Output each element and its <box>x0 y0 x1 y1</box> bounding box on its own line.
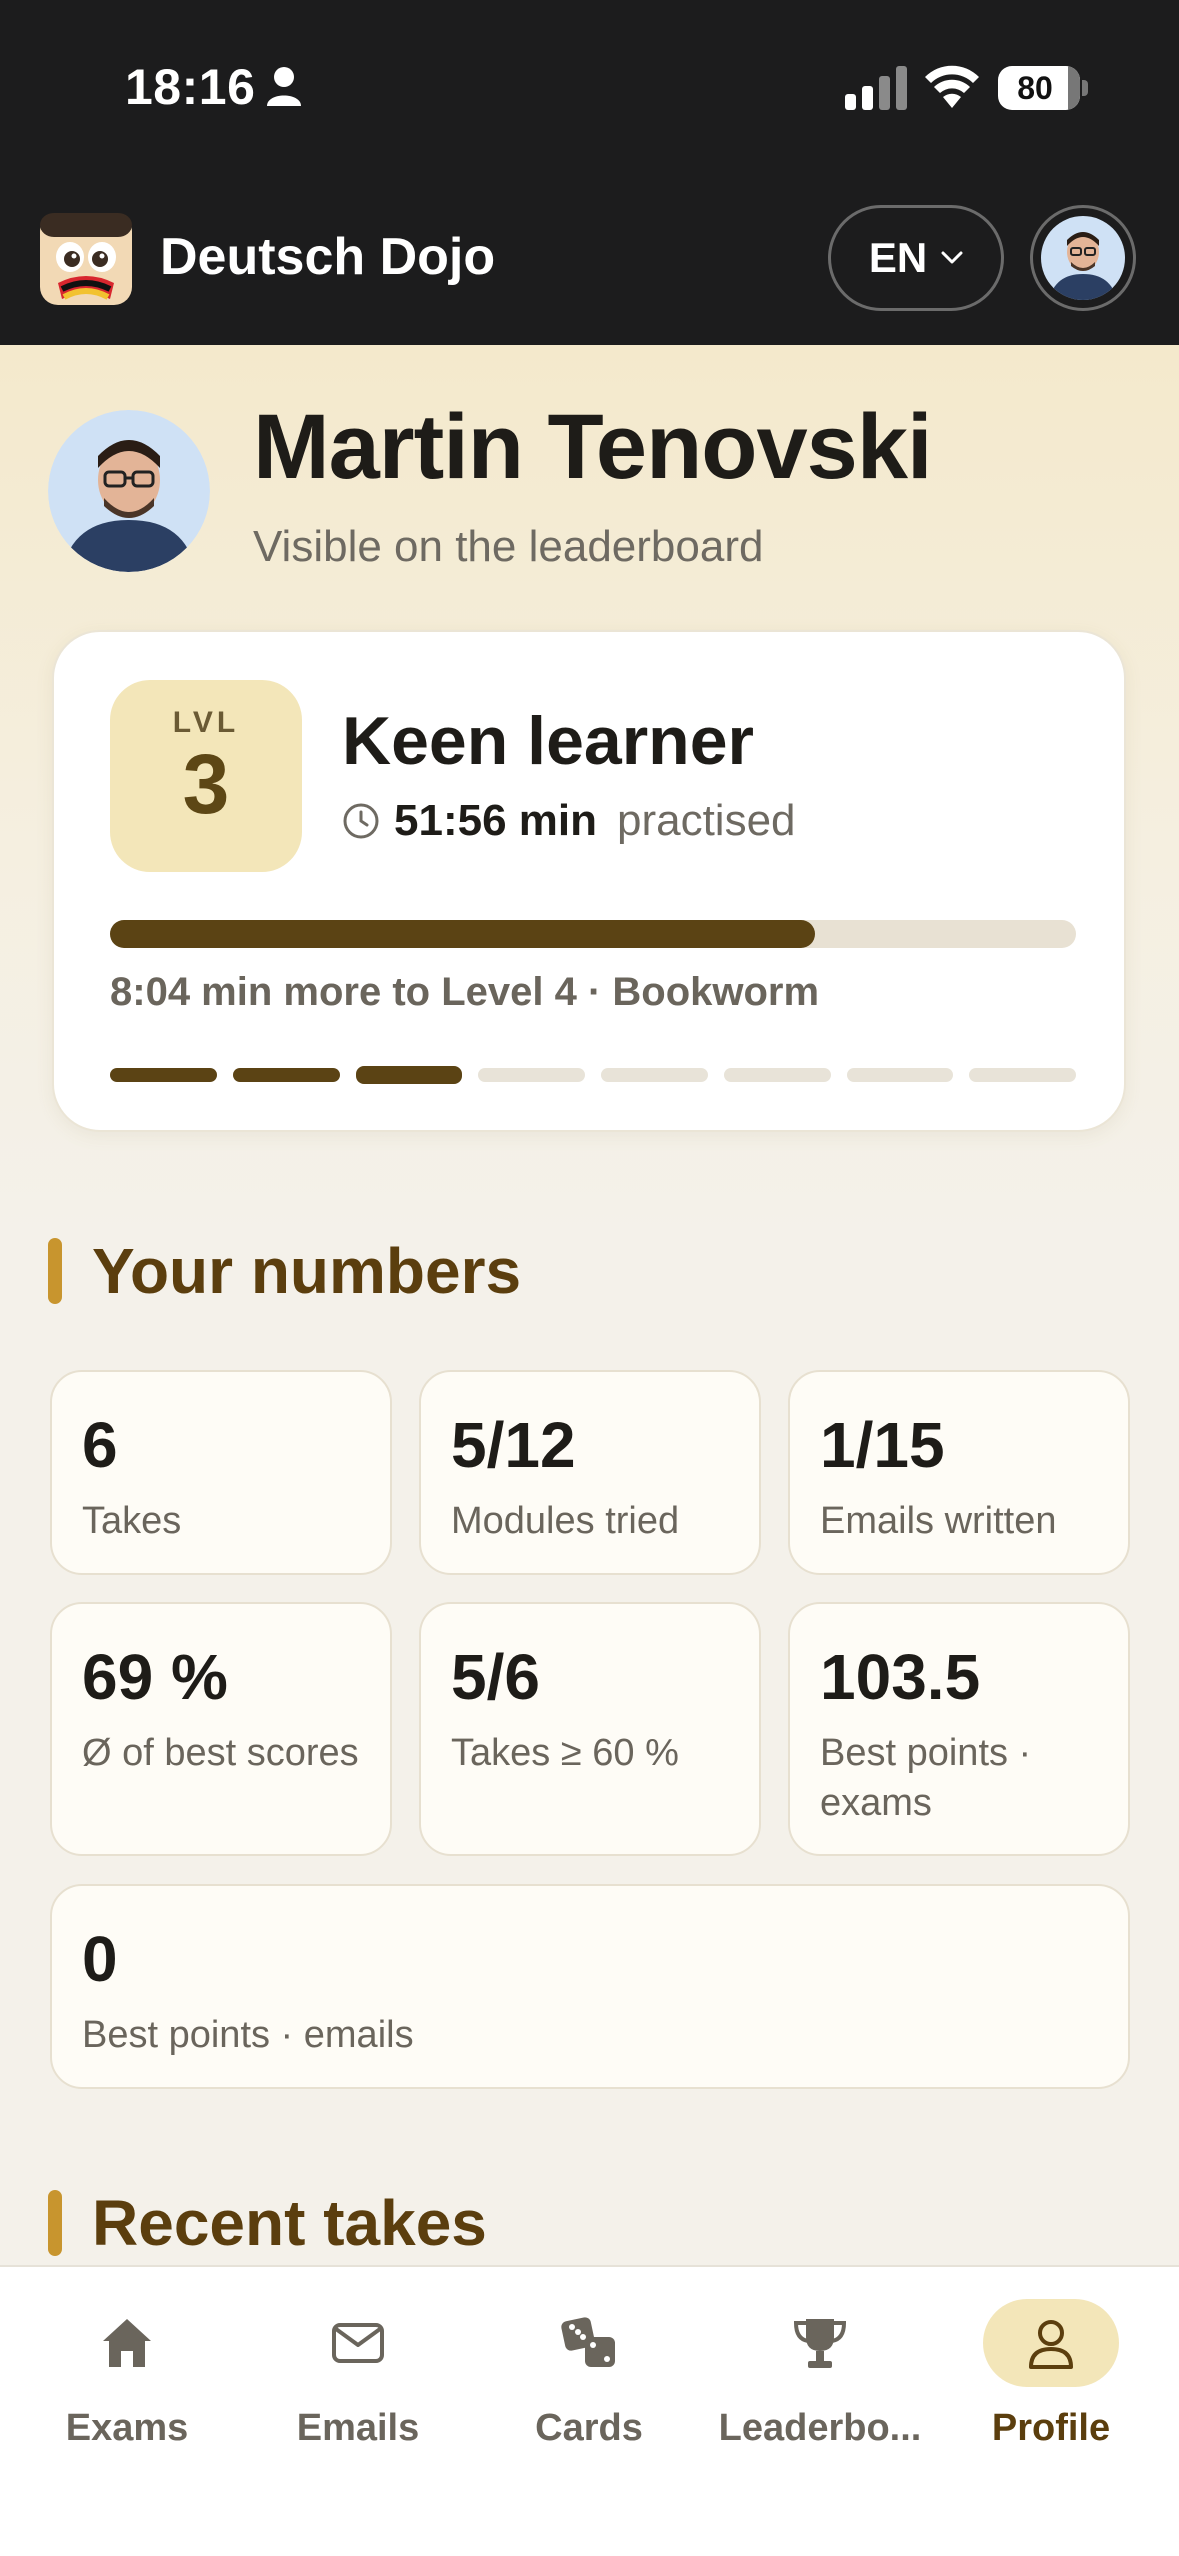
section-accent-bar <box>48 2190 62 2256</box>
stat-label: Best points · emails <box>82 2014 414 2056</box>
trophy-icon <box>793 2319 847 2368</box>
nav-item-cards[interactable]: Cards <box>474 2299 704 2489</box>
stat-card-emails: 1/15 Emails written <box>788 1370 1130 1575</box>
leaderboard-visibility: Visible on the leaderboard <box>253 522 764 571</box>
avatar <box>1041 216 1125 300</box>
level-step <box>969 1068 1076 1082</box>
stat-value: 5/6 <box>451 1641 540 1713</box>
practice-time-row: 51:56 min practised <box>342 796 796 846</box>
recent-takes-header: Recent takes <box>48 2186 487 2260</box>
your-numbers-header: Your numbers <box>48 1234 521 1308</box>
next-level-text: 8:04 min more to Level 4 · Bookworm <box>110 970 820 1014</box>
level-label: LVL <box>172 706 240 739</box>
battery-tip <box>1082 80 1088 96</box>
stat-value: 5/12 <box>451 1409 576 1481</box>
battery-icon: 80 <box>998 66 1080 110</box>
mail-icon <box>332 2323 384 2363</box>
app-header: Deutsch Dojo EN <box>0 175 1179 345</box>
level-step <box>601 1068 708 1082</box>
stat-card-modules: 5/12 Modules tried <box>419 1370 761 1575</box>
cellular-signal-icon <box>845 66 907 110</box>
battery-level: 80 <box>1017 69 1053 106</box>
nav-label: Profile <box>991 2407 1111 2449</box>
stat-value: 6 <box>82 1409 118 1481</box>
level-step <box>478 1068 585 1082</box>
dice-icon <box>561 2317 615 2367</box>
status-time: 18:16 <box>125 59 256 115</box>
level-progress-fill <box>110 920 816 948</box>
level-steps <box>110 1066 1076 1084</box>
nav-label: Emails <box>296 2407 420 2449</box>
nav-label: Cards <box>535 2407 643 2449</box>
stat-card-passed: 5/6 Takes ≥ 60 % <box>419 1602 761 1856</box>
clock-icon <box>343 803 379 839</box>
level-number: 3 <box>182 737 230 831</box>
nav-item-emails[interactable]: Emails <box>243 2299 473 2489</box>
nav-icon-container <box>521 2299 657 2387</box>
level-card: LVL 3 Keen learner 51:56 min practised 8… <box>52 630 1126 1132</box>
section-title: Recent takes <box>92 2187 487 2259</box>
dojo-logo-icon[interactable] <box>40 213 132 305</box>
profile-name: Martin Tenovski <box>253 396 933 498</box>
practice-time: 51:56 min <box>394 796 597 845</box>
stat-label: Best points · exams <box>820 1732 1032 1824</box>
nav-icon-container <box>290 2299 426 2387</box>
wifi-icon <box>925 65 979 108</box>
nav-item-exams[interactable]: Exams <box>12 2299 242 2489</box>
language-label: EN <box>868 234 928 281</box>
stat-label: Takes <box>82 1500 182 1542</box>
bottom-navigation: Exams Emails Cards Leaderbo... Profile <box>0 2265 1179 2556</box>
stat-value: 103.5 <box>820 1641 981 1713</box>
person-status-icon <box>267 67 301 106</box>
nav-item-profile[interactable]: Profile <box>936 2299 1166 2489</box>
person-icon <box>1029 2320 1073 2369</box>
level-step <box>232 1068 340 1082</box>
chevron-down-icon <box>941 251 963 264</box>
nav-icon-container-active <box>983 2299 1119 2387</box>
stat-label: Ø of best scores <box>82 1732 359 1774</box>
section-accent-bar <box>48 1238 62 1304</box>
header-avatar-button[interactable] <box>1030 205 1136 311</box>
profile-avatar <box>48 410 210 572</box>
level-step <box>110 1068 217 1082</box>
nav-label: Leaderbo... <box>718 2407 922 2449</box>
level-step <box>846 1068 954 1082</box>
level-progress-bar <box>110 920 1076 948</box>
stat-label: Takes ≥ 60 % <box>451 1732 679 1774</box>
stat-card-avg-score: 69 % Ø of best scores <box>50 1602 392 1856</box>
rank-title: Keen learner <box>342 703 754 779</box>
practice-label: practised <box>616 796 796 845</box>
stat-label: Emails written <box>820 1500 1057 1542</box>
home-icon <box>103 2319 151 2367</box>
stat-card-email-points: 0 Best points · emails <box>50 1884 1130 2089</box>
stat-value: 0 <box>82 1923 118 1995</box>
app-title: Deutsch Dojo <box>160 228 496 286</box>
level-step <box>355 1066 463 1084</box>
level-step <box>723 1068 831 1082</box>
stat-value: 1/15 <box>820 1409 945 1481</box>
level-badge: LVL 3 <box>110 680 302 872</box>
stat-card-takes: 6 Takes <box>50 1370 392 1575</box>
stat-card-exam-points: 103.5 Best points · exams <box>788 1602 1130 1856</box>
language-selector-button[interactable]: EN <box>828 205 1004 311</box>
nav-label: Exams <box>65 2407 189 2449</box>
stat-value: 69 % <box>82 1641 228 1713</box>
status-bar: 18:16 80 <box>0 0 1179 175</box>
nav-icon-container <box>752 2299 888 2387</box>
stat-label: Modules tried <box>451 1500 680 1542</box>
nav-icon-container <box>59 2299 195 2387</box>
nav-item-leaderboard[interactable]: Leaderbo... <box>705 2299 935 2489</box>
section-title: Your numbers <box>92 1235 522 1307</box>
